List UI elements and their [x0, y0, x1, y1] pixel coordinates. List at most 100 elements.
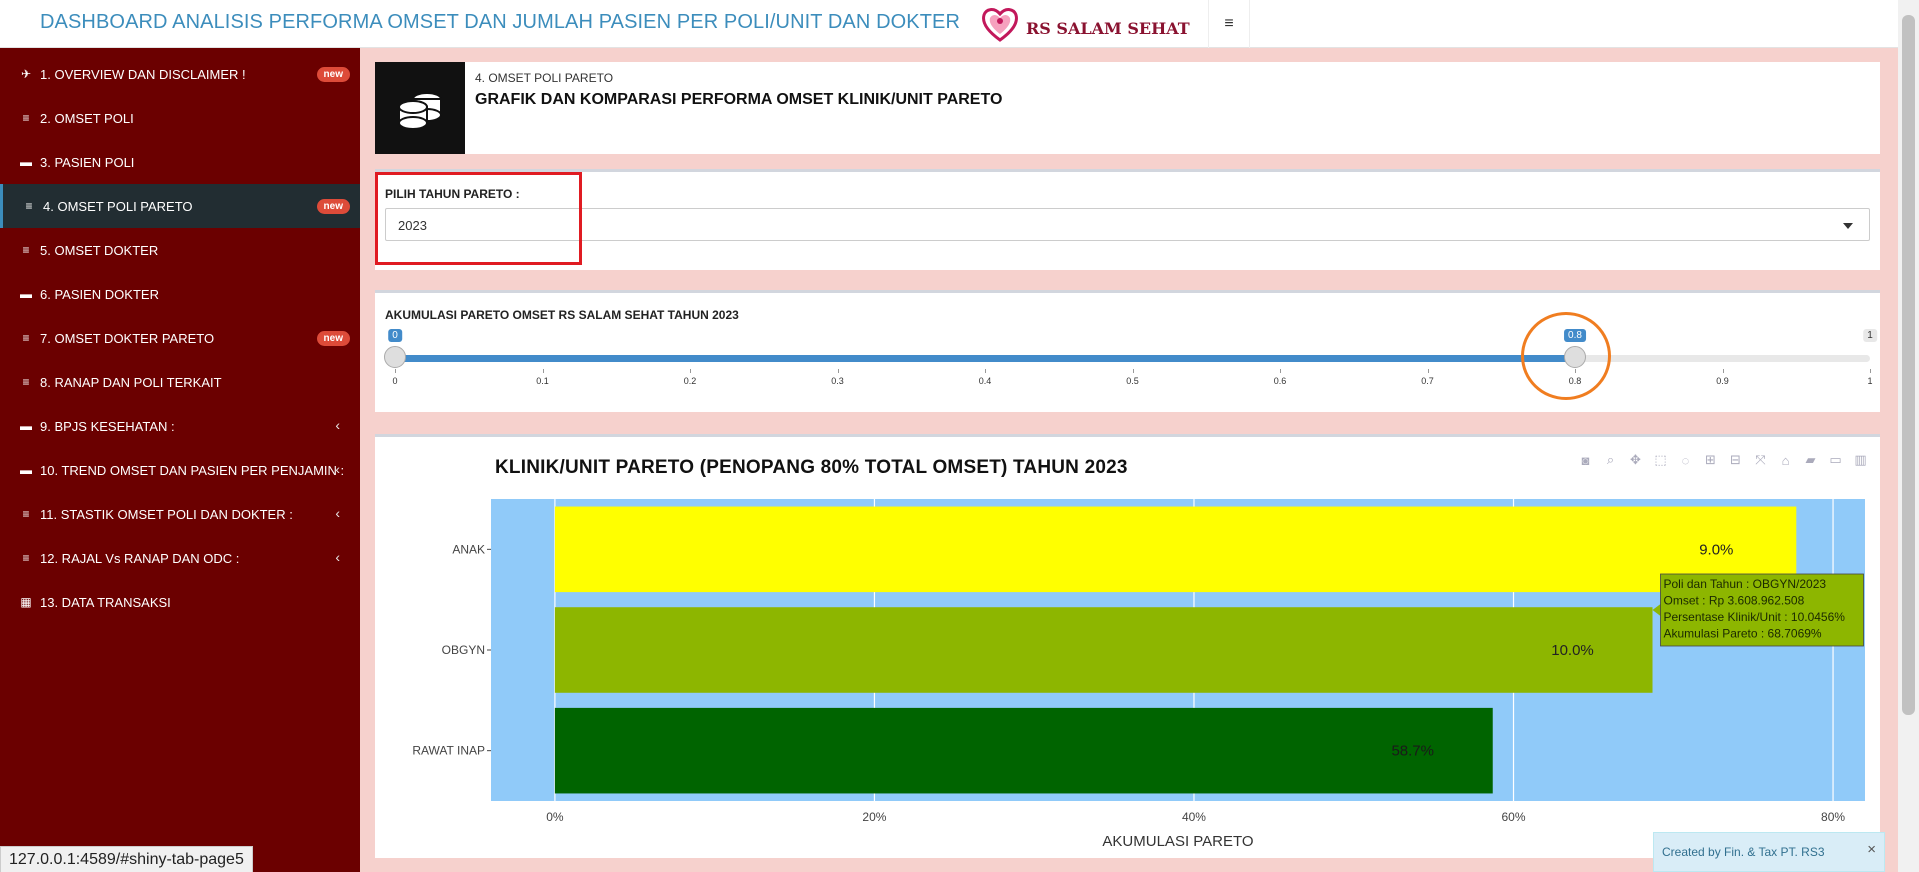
sidebar-item-8[interactable]: ≡ 8. RANAP DAN POLI TERKAIT — [0, 360, 360, 404]
bar-value-label: 9.0% — [1699, 541, 1733, 558]
coins-icon: ≡ — [22, 243, 30, 257]
slider-max-tag: 1 — [1863, 329, 1877, 342]
coins-icon: ≡ — [22, 551, 30, 565]
sidebar-item-label: 7. OMSET DOKTER PARETO — [40, 330, 215, 346]
slider-tick — [395, 369, 396, 373]
annotation-highlight-box — [375, 172, 582, 265]
slider-tick-label: 0.9 — [1716, 376, 1729, 386]
year-select-card: PILIH TAHUN PARETO : 2023 — [375, 169, 1880, 270]
hamburger-icon: ≡ — [1224, 15, 1234, 32]
bed-icon: ▬ — [20, 155, 32, 169]
bar-obgyn[interactable] — [554, 607, 1653, 693]
slider-tick — [837, 369, 839, 373]
bar-value-label: 58.7% — [1391, 743, 1434, 760]
tooltip-line: Omset : Rp 3.608.962.508 — [1664, 594, 1805, 608]
x-tick-label: 40% — [1182, 810, 1206, 824]
caret-down-icon — [1843, 223, 1853, 229]
bar-value-label: 10.0% — [1551, 642, 1594, 659]
new-badge: new — [316, 67, 350, 82]
page-title: GRAFIK DAN KOMPARASI PERFORMA OMSET KLIN… — [475, 91, 1003, 108]
sidebar-item-13[interactable]: ▦ 13. DATA TRANSAKSI — [0, 580, 360, 624]
x-tick-label: 0% — [546, 810, 564, 824]
table-icon: ▦ — [20, 595, 32, 609]
heart-logo-icon — [982, 8, 1018, 42]
sidebar-item-11[interactable]: ≡ 11. STASTIK OMSET POLI DAN DOKTER : ‹ — [0, 492, 360, 536]
bed-icon: ▬ — [20, 419, 32, 433]
sidebar-item-3[interactable]: ▬ 3. PASIEN POLI — [0, 140, 360, 184]
slider-tick-label: 0.6 — [1273, 376, 1287, 386]
y-tick-label: OBGYN — [442, 643, 485, 657]
new-badge: new — [316, 331, 350, 346]
slider-tick — [1280, 369, 1281, 373]
coins-icon: ≡ — [22, 111, 30, 125]
logo-text: RS SALAM SEHAT — [1026, 19, 1190, 38]
slider-tick — [1870, 369, 1871, 373]
slider-min-handle[interactable] — [384, 346, 406, 368]
pareto-slider-label: AKUMULASI PARETO OMSET RS SALAM SEHAT TA… — [385, 308, 739, 322]
slider-tick-label: 1 — [1867, 376, 1873, 386]
slider-tick — [1427, 369, 1429, 373]
chevron-left-icon: ‹ — [335, 461, 340, 477]
sidebar-toggle-button[interactable]: ≡ — [1208, 0, 1250, 48]
tooltip-line: Akumulasi Pareto : 68.7069% — [1664, 627, 1822, 641]
sidebar-item-4[interactable]: ≡ 4. OMSET POLI PARETO new — [0, 184, 360, 228]
notification-toast: Created by Fin. & Tax PT. RS3 × — [1653, 832, 1885, 872]
sidebar-item-label: 6. PASIEN DOKTER — [40, 286, 159, 302]
coins-stack-icon — [375, 62, 465, 154]
sidebar-item-label: 10. TREND OMSET DAN PASIEN PER PENJAMIN … — [40, 462, 345, 478]
slider-min-tag: 0 — [388, 329, 402, 342]
y-tick-label: ANAK — [452, 542, 485, 556]
sidebar-item-1[interactable]: ✈ 1. OVERVIEW DAN DISCLAIMER ! new — [0, 52, 360, 96]
pareto-bar-chart[interactable]: 0% 20% 40% 60% 80% ANAK 9.0% OBGYN 10.0% RAWAT IN… — [375, 437, 1880, 861]
slider-tick-label: 0.3 — [831, 376, 844, 386]
slider-tick — [1722, 369, 1724, 373]
slider-tick-label: 0.1 — [536, 376, 549, 386]
notification-text: Created by Fin. & Tax PT. RS3 — [1662, 845, 1825, 859]
pareto-slider-track[interactable] — [384, 346, 1870, 368]
sidebar-item-9[interactable]: ▬ 9. BPJS KESEHATAN : ‹ — [0, 404, 360, 448]
coins-icon: ≡ — [25, 199, 33, 213]
slider-tick — [690, 369, 691, 373]
sidebar-item-10[interactable]: ▬ 10. TREND OMSET DAN PASIEN PER PENJAMIN… — [0, 448, 360, 492]
sidebar: ✈ 1. OVERVIEW DAN DISCLAIMER ! new ≡ 2. OMSE… — [0, 48, 360, 872]
sidebar-item-label: 2. OMSET POLI — [40, 110, 134, 126]
slider-tick-label: 0.4 — [978, 376, 992, 386]
bar-rawat-inap[interactable] — [554, 707, 1493, 794]
slider-tick-label: 0.2 — [683, 376, 697, 386]
pareto-chart-card: KLINIK/UNIT PARETO (PENOPANG 80% TOTAL O… — [375, 434, 1880, 858]
slider-tick-label: 0 — [392, 376, 398, 386]
chevron-left-icon: ‹ — [335, 549, 340, 565]
bed-icon: ▬ — [20, 463, 32, 477]
chevron-left-icon: ‹ — [335, 417, 340, 433]
pareto-slider-fill — [395, 355, 1575, 362]
sidebar-item-7[interactable]: ≡ 7. OMSET DOKTER PARETO new — [0, 316, 360, 360]
scrollbar-thumb[interactable] — [1902, 15, 1915, 715]
sidebar-item-2[interactable]: ≡ 2. OMSET POLI — [0, 96, 360, 140]
rocket-icon: ✈ — [20, 67, 32, 81]
slider-tick — [1132, 369, 1134, 373]
pareto-slider-card: AKUMULASI PARETO OMSET RS SALAM SEHAT TA… — [375, 290, 1880, 412]
coins-icon: ≡ — [22, 375, 30, 389]
sidebar-item-label: 1. OVERVIEW DAN DISCLAIMER ! — [40, 66, 246, 82]
slider-tick-label: 0.7 — [1421, 376, 1434, 386]
sidebar-item-12[interactable]: ≡ 12. RAJAL Vs RANAP DAN ODC : ‹ — [0, 536, 360, 580]
sidebar-item-5[interactable]: ≡ 5. OMSET DOKTER — [0, 228, 360, 272]
tooltip-line: Persentase Klinik/Unit : 10.0456% — [1664, 610, 1846, 624]
page-scrollbar[interactable] — [1898, 0, 1919, 872]
sidebar-item-label: 8. RANAP DAN POLI TERKAIT — [40, 374, 222, 390]
x-tick-label: 60% — [1501, 810, 1525, 824]
app-title: DASHBOARD ANALISIS PERFORMA OMSET DAN JU… — [40, 11, 961, 33]
sidebar-item-label: 12. RAJAL Vs RANAP DAN ODC : — [40, 550, 240, 566]
bar-anak[interactable] — [554, 506, 1797, 593]
x-tick-label: 80% — [1821, 810, 1845, 824]
year-select-dropdown[interactable]: 2023 — [385, 208, 1870, 241]
sidebar-item-6[interactable]: ▬ 6. PASIEN DOKTER — [0, 272, 360, 316]
page-subtitle: 4. OMSET POLI PARETO — [475, 71, 614, 85]
hospital-logo: RS SALAM SEHAT — [978, 2, 1190, 46]
x-tick-label: 20% — [862, 810, 886, 824]
slider-tick — [985, 369, 986, 373]
annotation-circle — [1521, 312, 1611, 400]
close-icon[interactable]: × — [1867, 841, 1876, 858]
sidebar-item-label: 3. PASIEN POLI — [40, 154, 135, 170]
chevron-left-icon: ‹ — [335, 505, 340, 521]
